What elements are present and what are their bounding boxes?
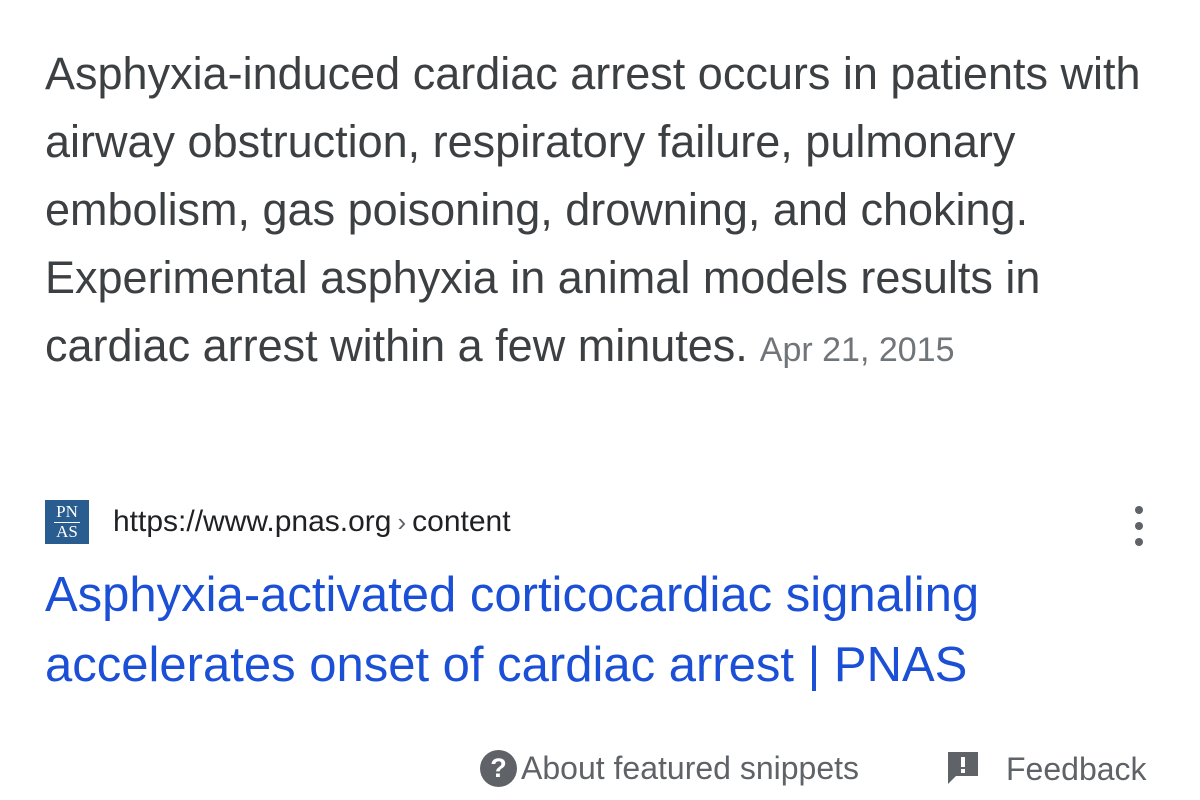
feedback-label: Feedback (1006, 750, 1147, 787)
feedback-icon (946, 750, 980, 788)
favicon-line-1: PN (54, 503, 80, 523)
featured-snippet-text: Asphyxia-induced cardiac arrest occurs i… (45, 40, 1165, 384)
url-domain: https://www.pnas.org (113, 505, 392, 538)
breadcrumb-separator: › (397, 507, 407, 537)
more-dot (1135, 522, 1143, 530)
about-featured-snippets-link[interactable]: ? About featured snippets (480, 750, 859, 787)
more-dot (1135, 538, 1143, 546)
result-url[interactable]: https://www.pnas.org › content (113, 502, 511, 542)
about-label: About featured snippets (521, 750, 860, 786)
more-vert-icon[interactable] (1131, 506, 1147, 546)
result-source-row: PN AS https://www.pnas.org › content (45, 498, 1160, 546)
feedback-link[interactable]: Feedback (946, 750, 1147, 788)
more-dot (1135, 506, 1143, 514)
snippet-body: Asphyxia-induced cardiac arrest occurs i… (45, 48, 1141, 371)
snippet-date: Apr 21, 2015 (759, 331, 955, 369)
result-title-link[interactable]: Asphyxia-activated corticocardiac signal… (45, 560, 1170, 700)
snippet-footer: ? About featured snippets Feedback (0, 742, 1200, 798)
url-breadcrumb: content (412, 505, 511, 538)
help-circle-icon: ? (480, 750, 517, 787)
pnas-favicon: PN AS (45, 500, 89, 544)
favicon-line-2: AS (56, 522, 78, 541)
